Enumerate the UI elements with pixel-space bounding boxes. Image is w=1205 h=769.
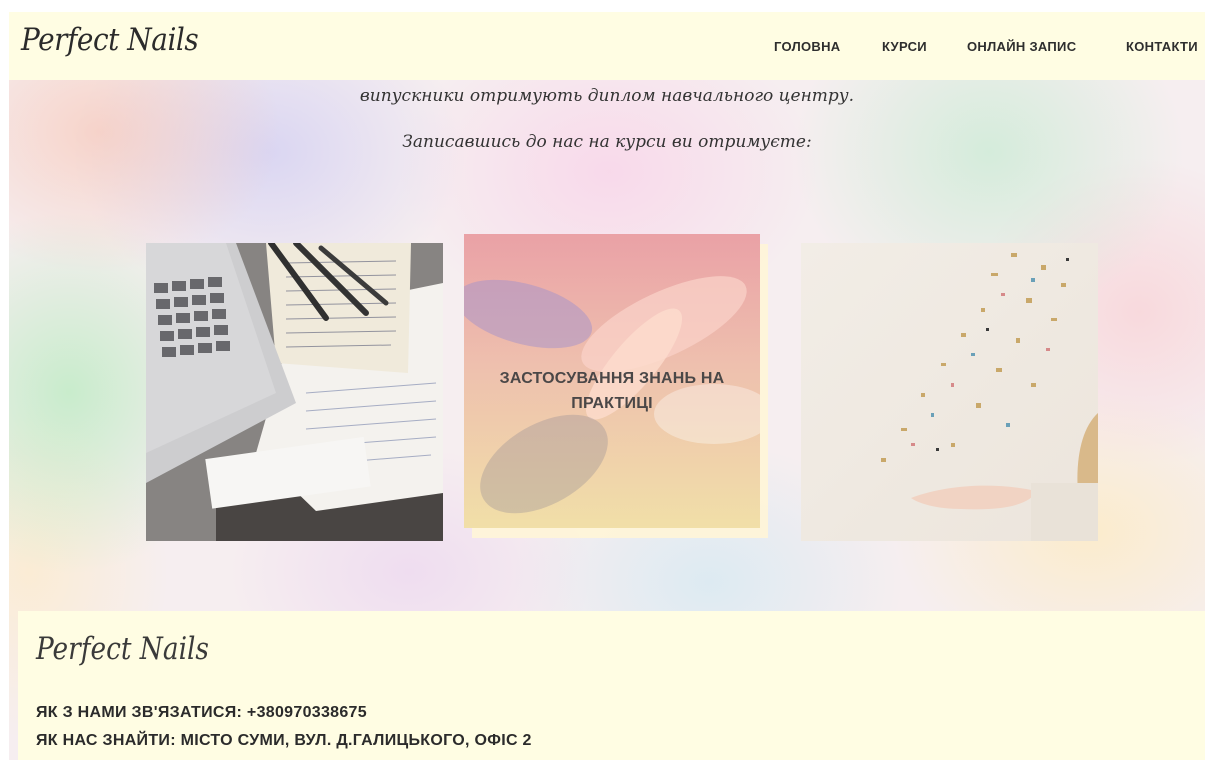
nav-item-home[interactable]: ГОЛОВНА	[774, 39, 840, 54]
nav-item-courses[interactable]: КУРСИ	[882, 39, 927, 54]
nav-item-contacts[interactable]: КОНТАКТИ	[1126, 39, 1198, 54]
main-nav: ГОЛОВНА КУРСИ ОНЛАЙН ЗАПИС КОНТАКТИ	[9, 39, 1205, 59]
nav-item-online-booking[interactable]: ОНЛАЙН ЗАПИС	[967, 39, 1076, 54]
confetti-hand-photo	[881, 253, 1098, 541]
laptop-notes-photo	[146, 243, 443, 541]
intro-text-benefits: Записавшись до нас на курси ви отримуєте…	[402, 132, 812, 152]
card-laptop-notes[interactable]	[146, 243, 443, 541]
site-footer: Perfect Nails ЯК З НАМИ ЗВ'ЯЗАТИСЯ: +380…	[18, 611, 1205, 760]
intro-text-diploma: випускники отримують диплом навчального …	[359, 86, 855, 106]
page-background: Perfect Nails ГОЛОВНА КУРСИ ОНЛАЙН ЗАПИС…	[9, 12, 1205, 760]
footer-address: ЯК НАС ЗНАЙТИ: МІСТО СУМИ, ВУЛ. Д.ГАЛИЦЬ…	[36, 732, 532, 749]
footer-contact-phone: ЯК З НАМИ ЗВ'ЯЗАТИСЯ: +380970338675	[36, 704, 367, 721]
footer-logo: Perfect Nails	[36, 631, 209, 667]
card-practice[interactable]: ЗАСТОСУВАННЯ ЗНАНЬ НА ПРАКТИЦІ	[464, 234, 760, 528]
card-confetti[interactable]	[801, 243, 1098, 541]
practice-caption: ЗАСТОСУВАННЯ ЗНАНЬ НА ПРАКТИЦІ	[499, 370, 725, 412]
site-header: Perfect Nails ГОЛОВНА КУРСИ ОНЛАЙН ЗАПИС…	[9, 12, 1205, 80]
